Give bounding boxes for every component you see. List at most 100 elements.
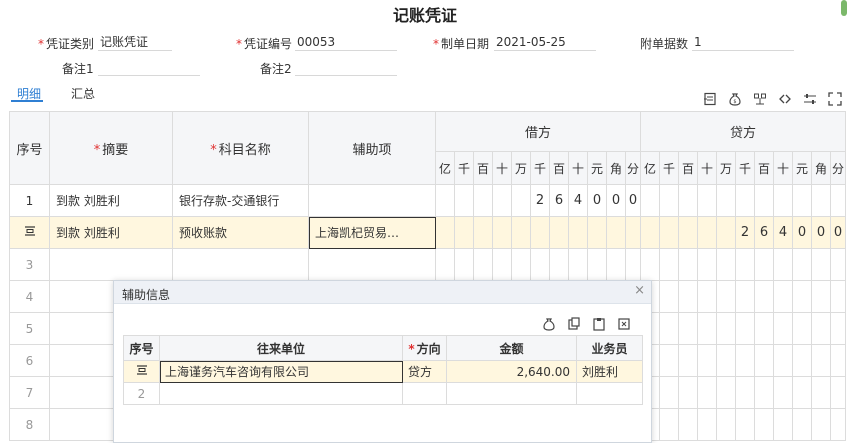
debit-digit-cell[interactable]: 2 (530, 184, 550, 217)
debit-digit-cell[interactable] (568, 216, 588, 249)
attachments-field[interactable]: 1 (692, 34, 794, 51)
credit-digit-cell[interactable] (811, 280, 831, 313)
debit-digit-cell[interactable] (530, 248, 550, 281)
credit-digit-cell[interactable] (792, 248, 812, 281)
credit-digit-cell[interactable] (640, 248, 660, 281)
debit-digit-cell[interactable]: 4 (568, 184, 588, 217)
credit-digit-cell[interactable] (678, 248, 698, 281)
debit-digit-cell[interactable] (473, 248, 493, 281)
account-cell[interactable] (172, 248, 309, 281)
row-insert-icon[interactable] (24, 225, 36, 240)
credit-digit-cell[interactable] (830, 312, 846, 345)
credit-digit-cell[interactable] (697, 280, 717, 313)
credit-digit-cell[interactable] (773, 248, 793, 281)
debit-digit-cell[interactable] (511, 184, 531, 217)
money-bag-icon[interactable]: $ (728, 92, 742, 106)
credit-digit-cell[interactable] (754, 408, 774, 441)
debit-digit-cell[interactable] (454, 184, 474, 217)
credit-digit-cell[interactable] (792, 408, 812, 441)
debit-digit-cell[interactable] (587, 248, 607, 281)
credit-digit-cell[interactable] (697, 184, 717, 217)
credit-digit-cell[interactable] (697, 312, 717, 345)
number-field[interactable]: 00053 (295, 34, 397, 51)
debit-digit-cell[interactable] (511, 216, 531, 249)
debit-digit-cell[interactable] (549, 216, 569, 249)
aux-row[interactable]: 上海谨务汽车咨询有限公司 贷方 2,640.00 刘胜利 (123, 360, 643, 383)
credit-digit-cell[interactable] (811, 408, 831, 441)
debit-digit-cell[interactable]: 0 (625, 184, 641, 217)
category-field[interactable]: 记账凭证 (98, 34, 172, 51)
account-cell[interactable]: 预收账款 (172, 216, 309, 249)
balance-icon[interactable] (753, 92, 767, 106)
credit-digit-cell[interactable] (716, 216, 736, 249)
close-icon[interactable]: × (634, 283, 645, 298)
credit-digit-cell[interactable] (640, 216, 660, 249)
debit-digit-cell[interactable] (473, 216, 493, 249)
paste-icon[interactable] (592, 317, 606, 331)
debit-digit-cell[interactable] (492, 184, 512, 217)
credit-digit-cell[interactable] (754, 184, 774, 217)
aux-cell-partner[interactable]: 上海谨务汽车咨询有限公司 (159, 360, 403, 383)
credit-digit-cell[interactable] (735, 248, 755, 281)
row-insert-icon[interactable] (136, 364, 148, 379)
debit-digit-cell[interactable] (492, 248, 512, 281)
debit-digit-cell[interactable] (435, 248, 455, 281)
debit-digit-cell[interactable] (435, 216, 455, 249)
credit-digit-cell[interactable] (773, 312, 793, 345)
credit-digit-cell[interactable] (678, 408, 698, 441)
credit-digit-cell[interactable] (659, 216, 679, 249)
credit-digit-cell[interactable] (735, 408, 755, 441)
debit-digit-cell[interactable] (625, 216, 641, 249)
credit-digit-cell[interactable] (735, 344, 755, 377)
link-icon[interactable] (778, 92, 792, 106)
credit-digit-cell[interactable]: 0 (830, 216, 846, 249)
auxiliary-cell[interactable] (308, 248, 436, 281)
credit-digit-cell[interactable] (735, 312, 755, 345)
credit-digit-cell[interactable] (735, 280, 755, 313)
credit-digit-cell[interactable] (659, 184, 679, 217)
debit-digit-cell[interactable] (625, 248, 641, 281)
auxiliary-cell[interactable] (308, 184, 436, 217)
settings-sliders-icon[interactable] (803, 92, 817, 106)
credit-digit-cell[interactable] (773, 376, 793, 409)
credit-digit-cell[interactable] (716, 312, 736, 345)
debit-digit-cell[interactable]: 0 (587, 184, 607, 217)
debit-digit-cell[interactable] (473, 184, 493, 217)
money-bag-icon[interactable] (542, 317, 556, 331)
credit-digit-cell[interactable] (678, 280, 698, 313)
copy-icon[interactable] (567, 317, 581, 331)
credit-digit-cell[interactable] (678, 216, 698, 249)
credit-digit-cell[interactable] (792, 376, 812, 409)
memo2-field[interactable] (295, 59, 397, 76)
voucher-row[interactable]: 到款 刘胜利 预收账款 上海凯杞贸易… 2 6 4 0 0 0 (9, 216, 846, 249)
credit-digit-cell[interactable] (754, 312, 774, 345)
aux-cell-salesperson[interactable]: 刘胜利 (576, 360, 643, 383)
debit-digit-cell[interactable] (606, 216, 626, 249)
credit-digit-cell[interactable] (659, 376, 679, 409)
debit-digit-cell[interactable] (454, 216, 474, 249)
credit-digit-cell[interactable] (811, 312, 831, 345)
debit-digit-cell[interactable] (606, 248, 626, 281)
credit-digit-cell[interactable] (697, 248, 717, 281)
credit-digit-cell[interactable] (830, 248, 846, 281)
aux-cell-direction[interactable] (402, 382, 447, 405)
credit-digit-cell[interactable] (811, 376, 831, 409)
credit-digit-cell[interactable] (811, 344, 831, 377)
credit-digit-cell[interactable] (659, 408, 679, 441)
debit-digit-cell[interactable] (511, 248, 531, 281)
debit-digit-cell[interactable] (530, 216, 550, 249)
credit-digit-cell[interactable] (792, 312, 812, 345)
credit-digit-cell[interactable] (716, 344, 736, 377)
debit-digit-cell[interactable] (492, 216, 512, 249)
credit-digit-cell[interactable] (754, 376, 774, 409)
credit-digit-cell[interactable] (754, 344, 774, 377)
credit-digit-cell[interactable] (697, 376, 717, 409)
debit-digit-cell[interactable]: 0 (606, 184, 626, 217)
credit-digit-cell[interactable] (773, 280, 793, 313)
auxiliary-cell[interactable]: 上海凯杞贸易… (308, 216, 436, 249)
clear-icon[interactable] (617, 317, 631, 331)
credit-digit-cell[interactable] (678, 344, 698, 377)
credit-digit-cell[interactable] (716, 280, 736, 313)
credit-digit-cell[interactable] (830, 408, 846, 441)
credit-digit-cell[interactable]: 0 (792, 216, 812, 249)
